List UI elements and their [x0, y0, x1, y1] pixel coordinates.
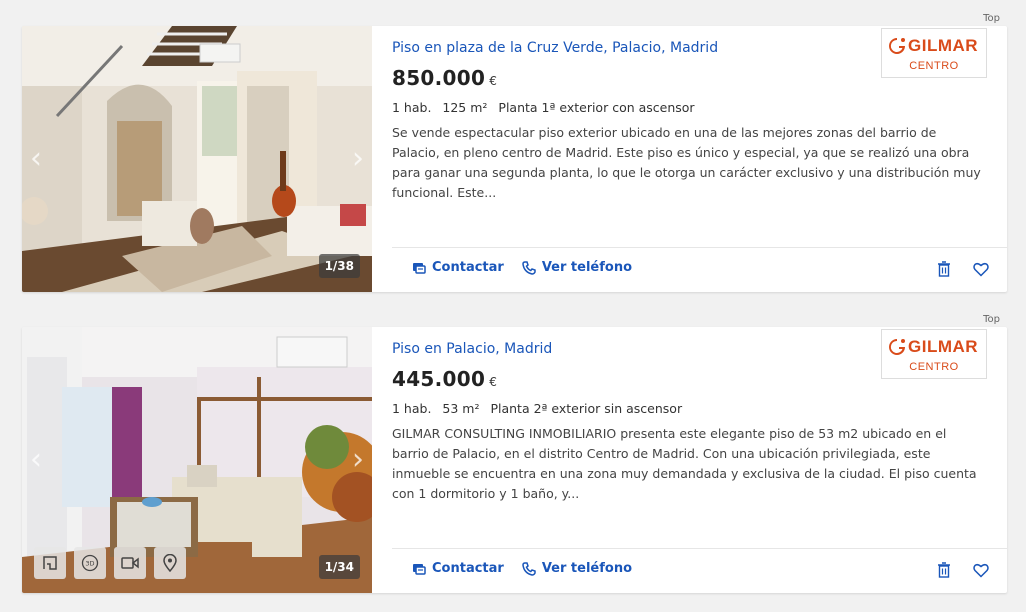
divider	[392, 247, 1007, 248]
top-badge: Top	[983, 314, 1000, 325]
phone-label: Ver teléfono	[541, 260, 633, 275]
agency-logo[interactable]: GILMAR CENTRO	[881, 329, 987, 379]
listing-info: Piso en plaza de la Cruz Verde, Palacio,…	[392, 26, 1007, 292]
floorplan-icon	[43, 556, 57, 570]
listing-title[interactable]: Piso en plaza de la Cruz Verde, Palacio,…	[392, 40, 718, 56]
phone-button[interactable]: Ver teléfono	[522, 260, 632, 275]
listing-details: 1 hab. 125 m² Planta 1ª exterior con asc…	[392, 100, 702, 115]
photo-counter: 1/34	[318, 555, 360, 579]
floorplan-button[interactable]	[34, 547, 66, 579]
3d-tour-icon: 3D	[81, 554, 99, 572]
phone-icon	[522, 260, 536, 275]
previous-photo-arrow[interactable]: ‹	[30, 445, 42, 475]
price: 445.000	[392, 367, 486, 391]
contact-actions: Contactar Ver teléfono	[412, 561, 632, 576]
floor: Planta 2ª exterior sin ascensor	[490, 401, 683, 416]
listing-description: GILMAR CONSULTING INMOBILIARIO presenta …	[392, 426, 977, 501]
listing-photo[interactable]: ‹ › 1/38	[22, 26, 372, 292]
3d-tour-button[interactable]: 3D	[74, 547, 106, 579]
agency-logo-sub: CENTRO	[909, 361, 959, 373]
card-secondary-actions	[937, 562, 989, 578]
price: 850.000	[392, 66, 486, 90]
chat-icon	[413, 262, 426, 274]
agency-logo-brand: GILMAR	[908, 337, 979, 356]
floor: Planta 1ª exterior con ascensor	[498, 100, 695, 115]
currency: €	[489, 74, 497, 88]
video-icon	[121, 557, 139, 569]
contact-label: Contactar	[432, 260, 504, 275]
contact-actions: Contactar Ver teléfono	[412, 260, 632, 275]
listing-description: Se vende espectacular piso exterior ubic…	[392, 125, 981, 200]
top-badge: Top	[983, 13, 1000, 24]
heart-icon	[973, 262, 989, 277]
contact-button[interactable]: Contactar	[412, 561, 504, 576]
next-photo-arrow[interactable]: ›	[352, 144, 364, 174]
listing-info: Piso en Palacio, Madrid 445.000 € 1 hab. …	[392, 327, 1007, 593]
agency-logo-brand: GILMAR	[908, 36, 979, 55]
map-pin-icon	[163, 554, 177, 572]
price-row: 445.000 €	[392, 367, 497, 391]
phone-button[interactable]: Ver teléfono	[522, 561, 632, 576]
trash-icon	[938, 562, 950, 578]
area: 53 m²	[442, 401, 480, 416]
favorite-button[interactable]	[973, 261, 989, 277]
svg-text:3D: 3D	[85, 560, 94, 568]
map-button[interactable]	[154, 547, 186, 579]
rooms: 1 hab.	[392, 100, 432, 115]
price-row: 850.000 €	[392, 66, 497, 90]
agency-logo[interactable]: GILMAR CENTRO	[881, 28, 987, 78]
listing-card[interactable]: ‹ › 1/38 Piso en plaza de la Cruz Verde,…	[22, 26, 1007, 292]
previous-photo-arrow[interactable]: ‹	[30, 144, 42, 174]
photo-counter: 1/38	[318, 254, 360, 278]
agency-logo-sub: CENTRO	[909, 60, 959, 72]
living-room-photo	[22, 26, 372, 292]
divider	[392, 548, 1007, 549]
discard-button[interactable]	[937, 562, 951, 578]
agency-logo-mark-icon	[889, 339, 905, 355]
discard-button[interactable]	[937, 261, 951, 277]
heart-icon	[973, 563, 989, 578]
favorite-button[interactable]	[973, 562, 989, 578]
media-icons: 3D	[34, 547, 186, 579]
chat-icon	[413, 563, 426, 575]
contact-label: Contactar	[432, 561, 504, 576]
trash-icon	[938, 261, 950, 277]
rooms: 1 hab.	[392, 401, 432, 416]
agency-logo-mark-icon	[889, 38, 905, 54]
area: 125 m²	[442, 100, 488, 115]
currency: €	[489, 375, 497, 389]
card-secondary-actions	[937, 261, 989, 277]
listing-photo[interactable]: ‹ › 3D 1/34	[22, 327, 372, 593]
next-photo-arrow[interactable]: ›	[352, 445, 364, 475]
phone-label: Ver teléfono	[541, 561, 633, 576]
phone-icon	[522, 561, 536, 576]
contact-button[interactable]: Contactar	[412, 260, 504, 275]
listing-details: 1 hab. 53 m² Planta 2ª exterior sin asce…	[392, 401, 689, 416]
listing-card[interactable]: ‹ › 3D 1/34 Piso en Palacio, Madrid 445.…	[22, 327, 1007, 593]
video-button[interactable]	[114, 547, 146, 579]
listing-title[interactable]: Piso en Palacio, Madrid	[392, 341, 552, 357]
